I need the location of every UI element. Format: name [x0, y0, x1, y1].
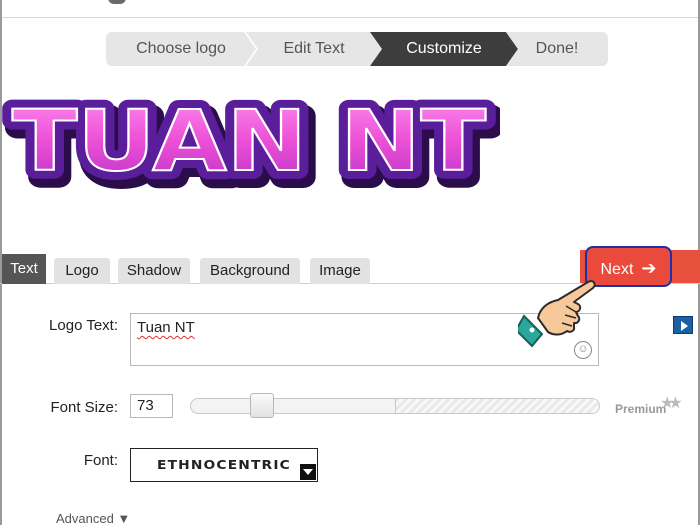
logo-preview: TUAN NT TUAN NT TUAN NT: [0, 83, 502, 208]
tab-shadow[interactable]: Shadow: [118, 258, 190, 284]
logo-preview-graphic: TUAN NT TUAN NT TUAN NT: [3, 83, 502, 208]
tab-logo[interactable]: Logo: [54, 258, 110, 284]
font-size-input[interactable]: 73: [130, 394, 173, 418]
top-bar-clip: [108, 0, 126, 4]
step-choose-logo[interactable]: Choose logo: [106, 32, 256, 66]
step-edit-text[interactable]: Edit Text: [246, 32, 382, 66]
font-size-slider-thumb[interactable]: [250, 393, 274, 418]
font-label: Font:: [83, 452, 118, 469]
logo-text: TUAN NT: [12, 92, 486, 190]
star-icon: ★★: [660, 395, 683, 412]
slider-premium-range: [395, 399, 599, 413]
font-select-value: ETHNOCENTRIC: [157, 458, 291, 472]
wizard-steps: Choose logo Edit Text Customize Done!: [106, 32, 608, 66]
advanced-toggle[interactable]: Advanced ▼: [56, 511, 130, 525]
tab-image[interactable]: Image: [310, 258, 370, 284]
media-icon[interactable]: [673, 316, 693, 334]
step-done[interactable]: Done!: [506, 32, 608, 66]
step-customize[interactable]: Customize: [370, 32, 518, 66]
arrow-right-icon: ➔: [641, 258, 657, 278]
next-button-label: Next: [600, 261, 634, 278]
window-top-bar: [0, 0, 700, 18]
premium-label: Premium: [615, 402, 667, 416]
pointing-hand-icon: [514, 272, 598, 352]
logo-text-value: Tuan NT: [137, 319, 195, 336]
font-size-label: Font Size:: [50, 399, 118, 416]
logo-text-label: Logo Text:: [49, 317, 118, 334]
chevron-down-icon[interactable]: [300, 464, 316, 480]
next-button[interactable]: Next ➔: [585, 246, 672, 287]
tab-text[interactable]: Text: [2, 254, 46, 284]
tab-background[interactable]: Background: [200, 258, 300, 284]
font-select[interactable]: ETHNOCENTRIC: [130, 448, 318, 482]
